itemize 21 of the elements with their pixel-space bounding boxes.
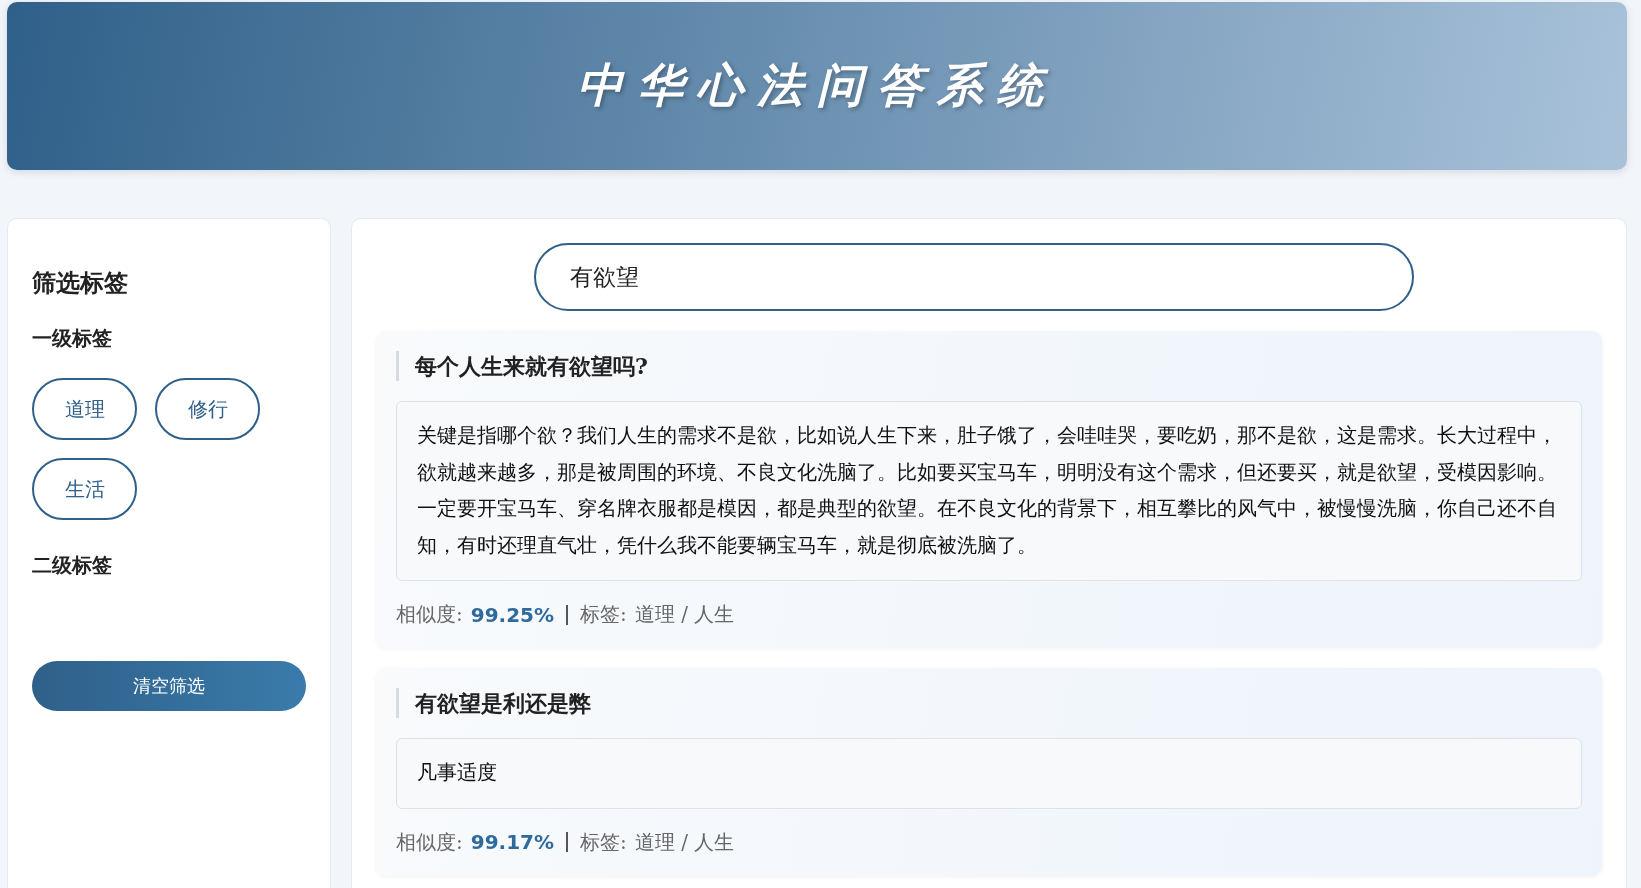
question-title: 每个人生来就有欲望吗? [396, 351, 1582, 381]
tag-path: 道理 / 人生 [634, 828, 735, 856]
tags-label: 标签: [580, 601, 627, 628]
app-title: 中华心法问答系统 [577, 57, 1057, 114]
similarity-value: 99.17% [470, 830, 555, 854]
tag-chip[interactable]: 修行 [155, 378, 260, 440]
question-title: 有欲望是利还是弊 [396, 688, 1582, 718]
similarity-value: 99.25% [470, 602, 555, 627]
answer-text: 关键是指哪个欲？我们人生的需求不是欲，比如说人生下来，肚子饿了，会哇哇哭，要吃奶，那不是欲，这是需求。长大过程中，欲就越来越多，那是被周围的环境、不良文化洗脑了。比如要买宝马车，明明没有这个需求，但还要买，就是欲望，受模因影响。一定要开宝马车、穿名牌衣服都是模因，都是典型的欲望。在不良文化的背景下，相互攀比的风气中，被慢慢洗脑，你自己还不自知，有时还理直气壮，凭什么我不能要辆宝马车，就是彻底被洗脑了。 [396, 401, 1582, 581]
panel-title: 筛选标签 [32, 267, 129, 299]
tag-path: 道理 / 人生 [634, 601, 735, 628]
tags-label: 标签: [580, 828, 627, 856]
answer-text: 凡事适度 [396, 738, 1582, 809]
search-field[interactable]: 有欲望 [534, 243, 1414, 311]
tag-chip[interactable]: 道理 [32, 378, 137, 440]
section-heading: 一级标签 [32, 325, 113, 352]
clear-filter-button[interactable]: 清空筛选 [32, 661, 306, 711]
similarity-label: 相似度: [396, 601, 463, 628]
section-heading: 二级标签 [32, 552, 113, 579]
similarity-label: 相似度: [396, 828, 463, 856]
tag-chip[interactable]: 生活 [32, 458, 137, 520]
